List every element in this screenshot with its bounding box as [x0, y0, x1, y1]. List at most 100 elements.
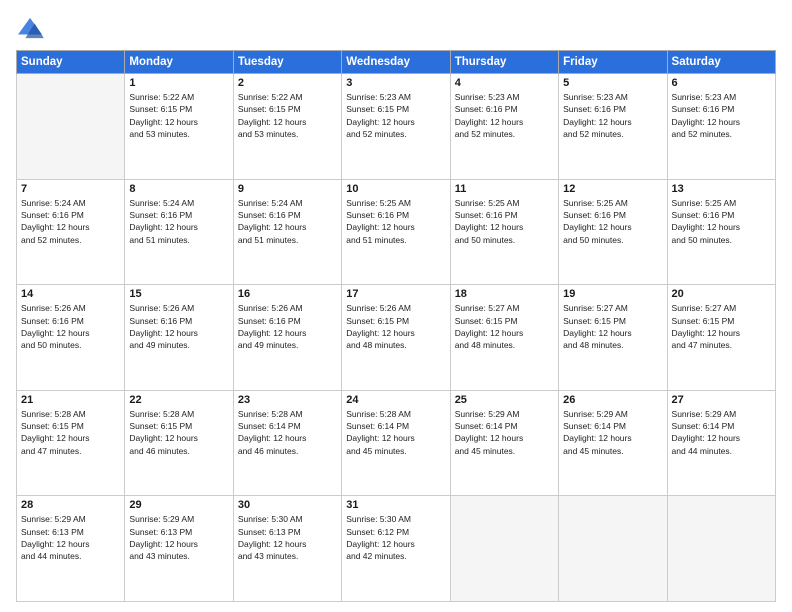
weekday-header: Tuesday: [233, 51, 341, 74]
day-number: 1: [129, 77, 228, 89]
day-number: 23: [238, 394, 337, 406]
calendar-cell: [17, 74, 125, 180]
day-number: 19: [563, 288, 662, 300]
day-info: Sunrise: 5:30 AM Sunset: 6:13 PM Dayligh…: [238, 513, 337, 562]
day-number: 28: [21, 499, 120, 511]
day-info: Sunrise: 5:26 AM Sunset: 6:15 PM Dayligh…: [346, 302, 445, 351]
day-info: Sunrise: 5:29 AM Sunset: 6:13 PM Dayligh…: [129, 513, 228, 562]
day-number: 3: [346, 77, 445, 89]
calendar-cell: [667, 496, 775, 602]
day-info: Sunrise: 5:22 AM Sunset: 6:15 PM Dayligh…: [238, 91, 337, 140]
day-info: Sunrise: 5:24 AM Sunset: 6:16 PM Dayligh…: [21, 197, 120, 246]
day-number: 5: [563, 77, 662, 89]
logo: [16, 16, 50, 40]
calendar-cell: 24 Sunrise: 5:28 AM Sunset: 6:14 PM Dayli…: [342, 390, 450, 496]
day-number: 18: [455, 288, 554, 300]
day-info: Sunrise: 5:26 AM Sunset: 6:16 PM Dayligh…: [238, 302, 337, 351]
day-number: 4: [455, 77, 554, 89]
calendar-cell: 25 Sunrise: 5:29 AM Sunset: 6:14 PM Dayli…: [450, 390, 558, 496]
calendar-cell: 11Sunrise: 5:25 AM Sunset: 6:16 PM Dayli…: [450, 179, 558, 285]
day-number: 30: [238, 499, 337, 511]
day-info: Sunrise: 5:23 AM Sunset: 6:16 PM Dayligh…: [455, 91, 554, 140]
calendar-cell: 28 Sunrise: 5:29 AM Sunset: 6:13 PM Dayli…: [17, 496, 125, 602]
logo-icon: [16, 16, 44, 40]
calendar-cell: 23 Sunrise: 5:28 AM Sunset: 6:14 PM Dayli…: [233, 390, 341, 496]
day-number: 2: [238, 77, 337, 89]
calendar-cell: 9 Sunrise: 5:24 AM Sunset: 6:16 PM Daylig…: [233, 179, 341, 285]
day-number: 31: [346, 499, 445, 511]
calendar-cell: 15 Sunrise: 5:26 AM Sunset: 6:16 PM Dayli…: [125, 285, 233, 391]
day-number: 17: [346, 288, 445, 300]
day-info: Sunrise: 5:30 AM Sunset: 6:12 PM Dayligh…: [346, 513, 445, 562]
day-info: Sunrise: 5:25 AM Sunset: 6:16 PM Dayligh…: [455, 197, 554, 246]
day-info: Sunrise: 5:24 AM Sunset: 6:16 PM Dayligh…: [238, 197, 337, 246]
calendar-cell: 5 Sunrise: 5:23 AM Sunset: 6:16 PM Daylig…: [559, 74, 667, 180]
calendar-cell: 20 Sunrise: 5:27 AM Sunset: 6:15 PM Dayli…: [667, 285, 775, 391]
weekday-header: Friday: [559, 51, 667, 74]
calendar-cell: 26 Sunrise: 5:29 AM Sunset: 6:14 PM Dayli…: [559, 390, 667, 496]
calendar-cell: [450, 496, 558, 602]
day-number: 15: [129, 288, 228, 300]
calendar-cell: 6 Sunrise: 5:23 AM Sunset: 6:16 PM Daylig…: [667, 74, 775, 180]
calendar-cell: 29Sunrise: 5:29 AM Sunset: 6:13 PM Dayli…: [125, 496, 233, 602]
day-info: Sunrise: 5:27 AM Sunset: 6:15 PM Dayligh…: [563, 302, 662, 351]
header: [16, 16, 776, 40]
week-row: 7Sunrise: 5:24 AM Sunset: 6:16 PM Daylig…: [17, 179, 776, 285]
day-info: Sunrise: 5:26 AM Sunset: 6:16 PM Dayligh…: [21, 302, 120, 351]
day-info: Sunrise: 5:27 AM Sunset: 6:15 PM Dayligh…: [672, 302, 771, 351]
day-number: 20: [672, 288, 771, 300]
calendar-cell: 19 Sunrise: 5:27 AM Sunset: 6:15 PM Dayli…: [559, 285, 667, 391]
day-info: Sunrise: 5:23 AM Sunset: 6:15 PM Dayligh…: [346, 91, 445, 140]
calendar-cell: 13Sunrise: 5:25 AM Sunset: 6:16 PM Dayli…: [667, 179, 775, 285]
calendar-cell: 14 Sunrise: 5:26 AM Sunset: 6:16 PM Dayli…: [17, 285, 125, 391]
day-info: Sunrise: 5:28 AM Sunset: 6:14 PM Dayligh…: [346, 408, 445, 457]
calendar-cell: 7Sunrise: 5:24 AM Sunset: 6:16 PM Daylig…: [17, 179, 125, 285]
calendar-cell: [559, 496, 667, 602]
calendar-cell: 30 Sunrise: 5:30 AM Sunset: 6:13 PM Dayli…: [233, 496, 341, 602]
day-info: Sunrise: 5:25 AM Sunset: 6:16 PM Dayligh…: [346, 197, 445, 246]
calendar-cell: 17 Sunrise: 5:26 AM Sunset: 6:15 PM Dayli…: [342, 285, 450, 391]
day-number: 13: [672, 183, 771, 195]
day-number: 27: [672, 394, 771, 406]
day-number: 24: [346, 394, 445, 406]
day-info: Sunrise: 5:29 AM Sunset: 6:14 PM Dayligh…: [672, 408, 771, 457]
week-row: 21Sunrise: 5:28 AM Sunset: 6:15 PM Dayli…: [17, 390, 776, 496]
week-row: 1 Sunrise: 5:22 AM Sunset: 6:15 PM Daylig…: [17, 74, 776, 180]
day-number: 10: [346, 183, 445, 195]
day-number: 16: [238, 288, 337, 300]
day-number: 9: [238, 183, 337, 195]
day-info: Sunrise: 5:23 AM Sunset: 6:16 PM Dayligh…: [563, 91, 662, 140]
calendar-cell: 31 Sunrise: 5:30 AM Sunset: 6:12 PM Dayli…: [342, 496, 450, 602]
calendar-cell: 2 Sunrise: 5:22 AM Sunset: 6:15 PM Daylig…: [233, 74, 341, 180]
day-info: Sunrise: 5:29 AM Sunset: 6:14 PM Dayligh…: [455, 408, 554, 457]
week-row: 14 Sunrise: 5:26 AM Sunset: 6:16 PM Dayli…: [17, 285, 776, 391]
day-number: 12: [563, 183, 662, 195]
day-number: 14: [21, 288, 120, 300]
weekday-header: Thursday: [450, 51, 558, 74]
day-info: Sunrise: 5:25 AM Sunset: 6:16 PM Dayligh…: [563, 197, 662, 246]
day-number: 22: [129, 394, 228, 406]
calendar-cell: 10 Sunrise: 5:25 AM Sunset: 6:16 PM Dayli…: [342, 179, 450, 285]
day-info: Sunrise: 5:28 AM Sunset: 6:14 PM Dayligh…: [238, 408, 337, 457]
day-info: Sunrise: 5:27 AM Sunset: 6:15 PM Dayligh…: [455, 302, 554, 351]
day-number: 26: [563, 394, 662, 406]
day-info: Sunrise: 5:28 AM Sunset: 6:15 PM Dayligh…: [129, 408, 228, 457]
calendar-cell: 21Sunrise: 5:28 AM Sunset: 6:15 PM Dayli…: [17, 390, 125, 496]
day-info: Sunrise: 5:26 AM Sunset: 6:16 PM Dayligh…: [129, 302, 228, 351]
weekday-header: Sunday: [17, 51, 125, 74]
day-number: 8: [129, 183, 228, 195]
day-number: 6: [672, 77, 771, 89]
calendar-cell: 18 Sunrise: 5:27 AM Sunset: 6:15 PM Dayli…: [450, 285, 558, 391]
day-info: Sunrise: 5:22 AM Sunset: 6:15 PM Dayligh…: [129, 91, 228, 140]
day-info: Sunrise: 5:24 AM Sunset: 6:16 PM Dayligh…: [129, 197, 228, 246]
calendar-cell: 4 Sunrise: 5:23 AM Sunset: 6:16 PM Daylig…: [450, 74, 558, 180]
day-info: Sunrise: 5:23 AM Sunset: 6:16 PM Dayligh…: [672, 91, 771, 140]
day-info: Sunrise: 5:29 AM Sunset: 6:14 PM Dayligh…: [563, 408, 662, 457]
day-info: Sunrise: 5:29 AM Sunset: 6:13 PM Dayligh…: [21, 513, 120, 562]
calendar: SundayMondayTuesdayWednesdayThursdayFrid…: [16, 50, 776, 602]
weekday-header: Saturday: [667, 51, 775, 74]
calendar-cell: 8 Sunrise: 5:24 AM Sunset: 6:16 PM Daylig…: [125, 179, 233, 285]
day-number: 25: [455, 394, 554, 406]
week-row: 28 Sunrise: 5:29 AM Sunset: 6:13 PM Dayli…: [17, 496, 776, 602]
calendar-cell: 3 Sunrise: 5:23 AM Sunset: 6:15 PM Daylig…: [342, 74, 450, 180]
